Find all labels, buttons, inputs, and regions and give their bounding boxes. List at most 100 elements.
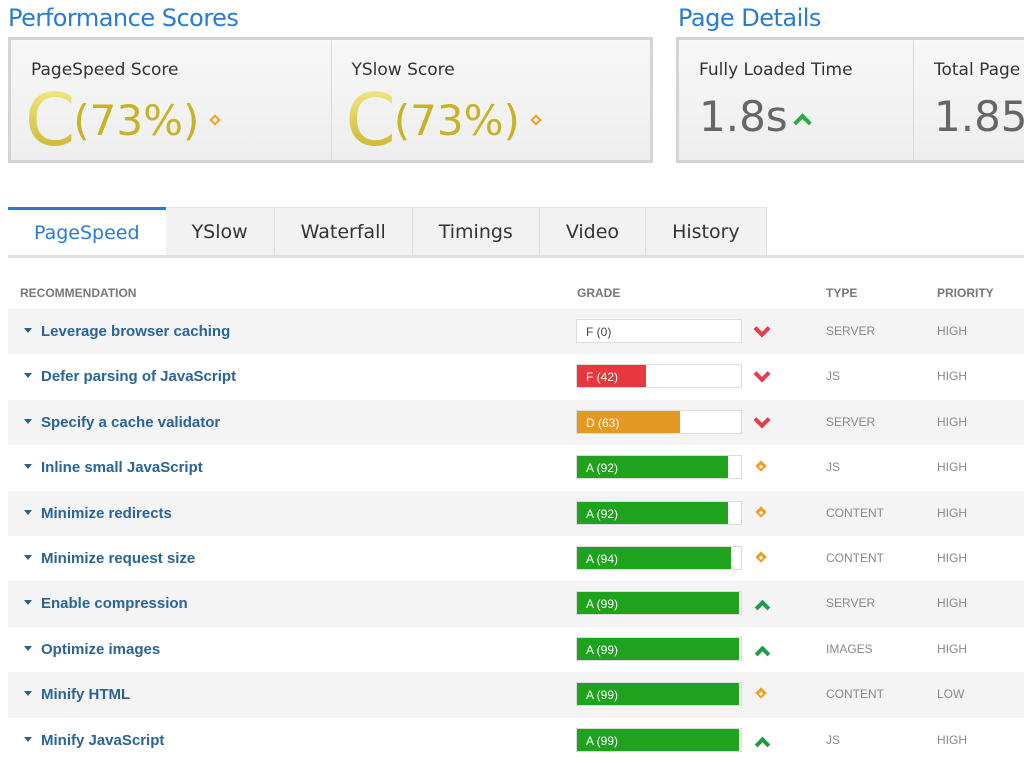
recommendation-label[interactable]: Minify HTML xyxy=(41,686,130,703)
pagespeed-score-card: PageSpeed Score C (73%) xyxy=(11,40,331,160)
neutral-diamond-icon xyxy=(755,460,767,472)
header-recommendation: RECOMMENDATION xyxy=(20,286,137,300)
caret-down-icon[interactable] xyxy=(24,373,32,379)
grade-bar: F (42) xyxy=(576,364,742,389)
priority-cell: HIGH xyxy=(937,324,967,338)
caret-down-icon[interactable] xyxy=(24,691,32,697)
recommendation-label[interactable]: Minify JavaScript xyxy=(41,732,164,749)
table-row[interactable]: Minify JavaScript A (99) JS HIGH xyxy=(8,717,1024,763)
neutral-diamond-icon xyxy=(755,551,767,563)
neutral-diamond-icon xyxy=(755,505,767,518)
grade-bar: A (99) xyxy=(576,591,742,616)
chevron-up-icon xyxy=(792,113,812,132)
grade-text: A (99) xyxy=(586,688,619,703)
neutral-diamond-icon xyxy=(755,687,767,699)
caret-down-icon[interactable] xyxy=(24,418,32,424)
tab-yslow[interactable]: YSlow xyxy=(165,207,275,255)
fully-loaded-time-value: 1.8s xyxy=(699,92,788,141)
priority-cell: HIGH xyxy=(937,550,967,565)
grade-bar: D (63) xyxy=(576,409,742,434)
yslow-score-card: YSlow Score C (73%) xyxy=(330,40,651,160)
caret-down-icon[interactable] xyxy=(24,464,32,470)
table-row[interactable]: Specify a cache validator D (63) SERVER HIG… xyxy=(8,399,1024,446)
tab-video[interactable]: Video xyxy=(539,207,647,255)
tab-divider xyxy=(8,255,1024,258)
pagespeed-grade-letter: C xyxy=(25,78,76,162)
grade-bar: F (0) xyxy=(576,319,742,343)
table-row[interactable]: Minimize redirects A (92) CONTENT HIGH xyxy=(8,490,1024,536)
tab-timings[interactable]: Timings xyxy=(412,207,540,255)
type-cell: SERVER xyxy=(826,324,876,338)
caret-down-icon[interactable] xyxy=(24,328,32,333)
recommendation-label[interactable]: Enable compression xyxy=(41,595,188,612)
type-cell: JS xyxy=(826,732,841,747)
type-cell: CONTENT xyxy=(826,550,884,565)
recommendation-label[interactable]: Leverage browser caching xyxy=(41,323,230,340)
table-row[interactable]: Minimize request size A (94) CONTENT HIGH xyxy=(8,535,1024,582)
type-cell: JS xyxy=(826,369,841,384)
recommendations-table: Leverage browser caching F (0) SERVER HIGH D… xyxy=(8,309,1024,763)
recommendation-label[interactable]: Specify a cache validator xyxy=(41,414,220,431)
caret-down-icon[interactable] xyxy=(24,645,32,651)
grade-text: F (0) xyxy=(586,325,612,339)
chevron-up-icon xyxy=(754,736,771,752)
recommendation-label[interactable]: Minimize request size xyxy=(41,550,195,567)
table-header: RECOMMENDATION GRADE TYPE PRIORITY xyxy=(0,286,1024,300)
table-row[interactable]: Minify HTML A (99) CONTENT LOW xyxy=(8,672,1024,718)
grade-text: F (42) xyxy=(586,370,619,385)
grade-bar: A (99) xyxy=(576,727,742,752)
grade-text: A (99) xyxy=(586,597,619,612)
performance-scores-title: Performance Scores xyxy=(8,4,239,32)
table-row[interactable]: Leverage browser caching F (0) SERVER HIGH xyxy=(8,309,1024,355)
type-cell: CONTENT xyxy=(826,505,884,520)
caret-down-icon[interactable] xyxy=(24,509,32,515)
grade-text: A (92) xyxy=(586,461,619,476)
table-row[interactable]: Enable compression A (99) SERVER HIGH xyxy=(8,581,1024,627)
recommendation-label[interactable]: Minimize redirects xyxy=(41,505,172,522)
type-cell: JS xyxy=(826,460,841,475)
performance-scores-panel: PageSpeed Score C (73%) YSlow Score C (7… xyxy=(8,37,653,163)
pagespeed-grade-percent: (73%) xyxy=(73,95,200,145)
caret-down-icon[interactable] xyxy=(24,736,32,742)
priority-cell: HIGH xyxy=(937,460,967,475)
priority-cell: HIGH xyxy=(937,414,967,429)
grade-bar: A (92) xyxy=(576,500,742,525)
page-details-panel: Fully Loaded Time 1.8s Total Page 1.85 xyxy=(676,37,1024,163)
type-cell: SERVER xyxy=(826,596,876,611)
grade-text: A (99) xyxy=(586,642,619,657)
neutral-diamond-icon xyxy=(530,114,542,126)
chevron-up-icon xyxy=(754,645,771,662)
total-page-card: Total Page 1.85 xyxy=(913,40,1024,160)
chevron-down-icon xyxy=(753,365,771,383)
type-cell: IMAGES xyxy=(826,641,873,656)
table-row[interactable]: Optimize images A (99) IMAGES HIGH xyxy=(8,626,1024,673)
table-row[interactable]: Defer parsing of JavaScript F (42) JS HIGH xyxy=(8,354,1024,400)
priority-cell: HIGH xyxy=(937,505,967,520)
priority-cell: HIGH xyxy=(937,369,967,384)
total-page-label: Total Page xyxy=(934,60,1021,80)
recommendation-label[interactable]: Optimize images xyxy=(41,641,160,658)
report-tabs: PageSpeed YSlow Waterfall Timings Video … xyxy=(8,207,767,255)
table-row[interactable]: Inline small JavaScript A (92) JS HIGH xyxy=(8,445,1024,491)
yslow-grade-percent: (73%) xyxy=(393,95,520,145)
priority-cell: LOW xyxy=(937,687,965,702)
grade-bar: A (94) xyxy=(576,545,742,570)
fully-loaded-time-label: Fully Loaded Time xyxy=(699,60,853,80)
caret-down-icon[interactable] xyxy=(24,554,32,560)
pagespeed-score-label: PageSpeed Score xyxy=(31,60,179,80)
tab-waterfall[interactable]: Waterfall xyxy=(274,207,413,255)
type-cell: SERVER xyxy=(826,414,876,429)
tab-pagespeed[interactable]: PageSpeed xyxy=(8,207,166,255)
grade-bar: A (99) xyxy=(576,636,742,661)
header-grade: GRADE xyxy=(577,286,621,300)
grade-bar: A (92) xyxy=(576,455,742,480)
grade-text: A (99) xyxy=(586,733,619,748)
yslow-score-label: YSlow Score xyxy=(351,60,455,80)
recommendation-label[interactable]: Inline small JavaScript xyxy=(41,459,203,476)
tab-history[interactable]: History xyxy=(646,207,767,255)
grade-text: A (94) xyxy=(586,551,619,566)
header-priority: PRIORITY xyxy=(937,286,994,300)
recommendation-label[interactable]: Defer parsing of JavaScript xyxy=(41,368,236,385)
caret-down-icon[interactable] xyxy=(24,600,32,606)
priority-cell: HIGH xyxy=(937,641,967,656)
